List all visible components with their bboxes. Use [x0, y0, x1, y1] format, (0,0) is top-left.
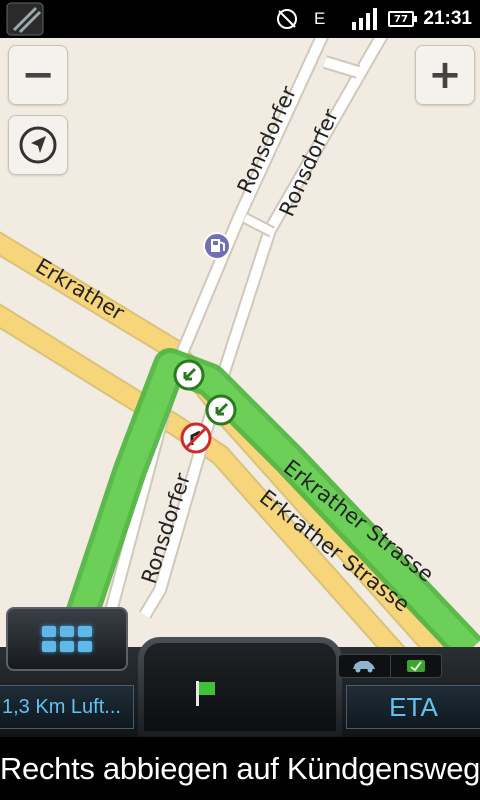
network-type: E — [314, 9, 326, 28]
compass-arrow-icon — [19, 126, 57, 164]
battery-level: 77 — [394, 13, 408, 25]
grid-menu-icon — [42, 626, 92, 652]
navigation-screen: E 77 21:31 Ronsdorfer Ronsdorfer Ronsdor… — [0, 0, 480, 800]
locate-button[interactable] — [8, 115, 68, 175]
turn-instruction: Rechts abbiegen auf Kündgensweg — [0, 750, 480, 786]
traffic-icon[interactable] — [389, 655, 442, 677]
zoom-in-button[interactable]: + — [415, 45, 475, 105]
distance-display[interactable]: 1,3 Km Luft... — [0, 685, 134, 729]
zoom-out-button[interactable]: − — [8, 45, 68, 105]
turn-left-allowed-icon — [173, 359, 205, 391]
mode-toggles — [338, 654, 442, 678]
flag-icon — [196, 681, 215, 706]
center-panel[interactable] — [138, 637, 342, 737]
car-icon[interactable] — [339, 655, 390, 677]
eta-button[interactable]: ETA — [346, 685, 480, 729]
turn-left-allowed-icon — [205, 394, 237, 426]
bottom-dashboard: 1,3 Km Luft... ETA — [0, 607, 480, 737]
distance-text: 1,3 Km Luft... — [2, 695, 121, 718]
no-turn-icon — [180, 422, 212, 454]
navigation-app-icon — [6, 0, 44, 38]
menu-button[interactable] — [6, 607, 128, 671]
battery-icon: 77 — [388, 11, 417, 27]
signal-icon — [352, 0, 378, 38]
gps-icon — [274, 0, 300, 38]
instruction-bar: Rechts abbiegen auf Kündgensweg — [0, 737, 480, 800]
edge-network-icon: E — [314, 0, 325, 38]
status-bar: E 77 21:31 — [0, 0, 480, 38]
eta-label: ETA — [389, 691, 438, 722]
street-label-erkrather: Erkrather — [31, 254, 128, 326]
destination-panel — [144, 643, 336, 731]
status-clock: 21:31 — [423, 8, 472, 29]
fuel-station-icon[interactable] — [203, 232, 231, 260]
